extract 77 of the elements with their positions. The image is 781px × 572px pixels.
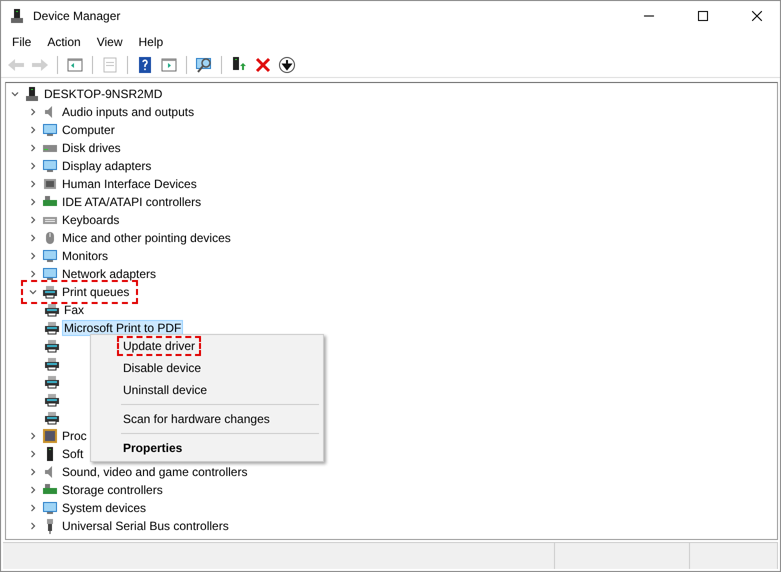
download-button[interactable]: [276, 54, 298, 76]
monitor-icon: [42, 122, 58, 138]
tree-item[interactable]: IDE ATA/ATAPI controllers: [60, 194, 204, 210]
download-icon: [278, 56, 296, 74]
chevron-right-icon[interactable]: [29, 216, 37, 224]
tree-item[interactable]: DESKTOP-9NSR2MD: [42, 86, 164, 102]
chevron-right-icon[interactable]: [29, 180, 37, 188]
tree-item[interactable]: Soft: [60, 446, 86, 462]
delete-icon: [254, 56, 272, 74]
printer-icon: [44, 392, 60, 408]
window-title: Device Manager: [33, 9, 122, 23]
tree-item[interactable]: System devices: [60, 500, 148, 516]
printer-icon: [44, 356, 60, 372]
chevron-right-icon[interactable]: [29, 270, 37, 278]
app-icon: [9, 8, 25, 24]
device-icon: [42, 176, 58, 192]
tree-item[interactable]: Storage controllers: [60, 482, 165, 498]
chevron-right-icon[interactable]: [29, 504, 37, 512]
chevron-right-icon[interactable]: [29, 162, 37, 170]
chevron-right-icon[interactable]: [29, 522, 37, 530]
maximize-icon: [698, 11, 708, 21]
menu-item[interactable]: Uninstall device: [119, 382, 212, 398]
printer-icon: [44, 338, 60, 354]
tree-item[interactable]: Sound, video and game controllers: [60, 464, 250, 480]
chevron-right-icon[interactable]: [29, 144, 37, 152]
menu-item[interactable]: View: [88, 33, 130, 51]
close-icon: [752, 11, 762, 21]
chevron-down-icon[interactable]: [11, 90, 19, 98]
menu-item[interactable]: Properties: [119, 440, 186, 456]
monitor-icon: [42, 248, 58, 264]
printer-icon: [44, 302, 60, 318]
menu-item[interactable]: Help: [130, 33, 172, 51]
menu-item[interactable]: Action: [39, 33, 89, 51]
monitor-icon: [42, 500, 58, 516]
scan-monitor-icon: [195, 56, 213, 74]
properties-icon: [101, 56, 119, 74]
tree-item[interactable]: Display adapters: [60, 158, 154, 174]
tree-item[interactable]: Human Interface Devices: [60, 176, 199, 192]
chevron-right-icon[interactable]: [29, 234, 37, 242]
tree-item[interactable]: Monitors: [60, 248, 110, 264]
menu-item[interactable]: Scan for hardware changes: [119, 411, 274, 427]
chevron-right-icon[interactable]: [29, 126, 37, 134]
tree-item[interactable]: Proc: [60, 428, 89, 444]
menu-item[interactable]: Disable device: [119, 360, 206, 376]
monitor-icon: [42, 266, 58, 282]
computer-icon: [24, 86, 40, 102]
menu-item[interactable]: File: [4, 33, 40, 51]
tree-item[interactable]: Print queues: [60, 284, 132, 300]
chevron-right-icon[interactable]: [29, 450, 37, 458]
chevron-down-icon[interactable]: [29, 288, 37, 296]
tree-item[interactable]: Computer: [60, 122, 117, 138]
action-pane-icon: [160, 56, 178, 74]
tree-item[interactable]: Network adapters: [60, 266, 158, 282]
monitor-icon: [42, 158, 58, 174]
forward-arrow-icon: [31, 56, 49, 74]
tree-item[interactable]: Fax: [62, 302, 86, 318]
chevron-right-icon[interactable]: [29, 252, 37, 260]
menu-item[interactable]: Update driver: [119, 338, 200, 354]
tree-item[interactable]: Microsoft Print to PDF: [62, 320, 184, 336]
printer-icon: [42, 284, 58, 300]
printer-icon: [44, 410, 60, 426]
chip-icon: [42, 428, 58, 444]
tree-item[interactable]: Disk drives: [60, 140, 123, 156]
tree-item[interactable]: Mice and other pointing devices: [60, 230, 233, 246]
chevron-right-icon[interactable]: [29, 432, 37, 440]
chevron-right-icon[interactable]: [29, 468, 37, 476]
tree-item[interactable]: Audio inputs and outputs: [60, 104, 196, 120]
printer-icon: [44, 374, 60, 390]
tree-item[interactable]: Universal Serial Bus controllers: [60, 518, 231, 534]
chevron-right-icon[interactable]: [29, 198, 37, 206]
chevron-right-icon[interactable]: [29, 108, 37, 116]
printer-icon: [44, 320, 60, 336]
back-arrow-icon: [7, 56, 25, 74]
console-tree-icon: [66, 56, 84, 74]
tree-item[interactable]: Keyboards: [60, 212, 122, 228]
chevron-right-icon[interactable]: [29, 486, 37, 494]
help-icon: [136, 56, 154, 74]
